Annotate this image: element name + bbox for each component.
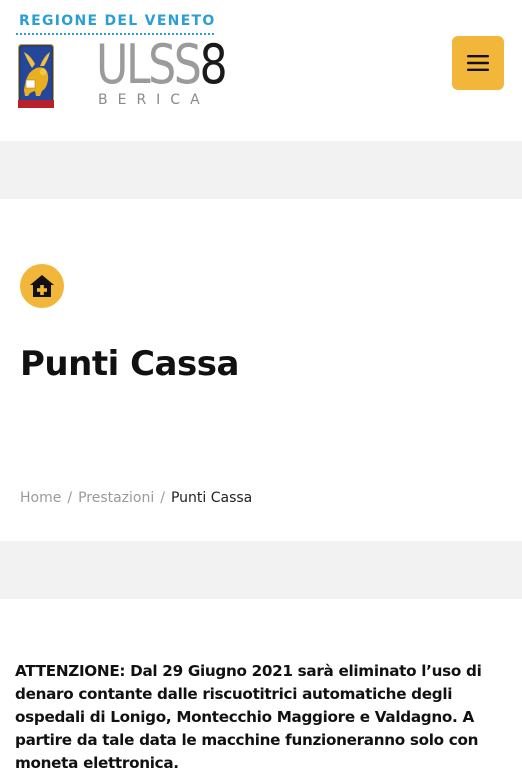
spacer-band <box>0 541 522 599</box>
attention-notice: ATTENZIONE: Dal 29 Giugno 2021 sarà elim… <box>15 662 482 772</box>
breadcrumb-separator: / <box>160 490 165 506</box>
spacer-band <box>0 141 522 199</box>
breadcrumb-prestazioni-link[interactable]: Prestazioni <box>78 490 154 506</box>
menu-button[interactable] <box>452 36 504 90</box>
page-title: Punti Cassa <box>20 344 239 384</box>
hamburger-icon <box>467 55 489 71</box>
breadcrumb-home-link[interactable]: Home <box>20 490 61 506</box>
brand-subtitle: BERICA <box>98 92 210 108</box>
lion-of-venice-crest-icon <box>18 44 54 108</box>
category-badge <box>20 264 64 308</box>
brand-number: 8 <box>199 33 227 96</box>
region-label: REGIONE DEL VENETO <box>19 13 216 29</box>
brand-name: ULSS8 <box>96 38 228 92</box>
breadcrumb-current: Punti Cassa <box>170 490 253 506</box>
site-header: REGIONE DEL VENETO ULSS8 BERICA <box>0 0 522 140</box>
breadcrumb: Home / Prestazioni / Punti Cassa <box>20 490 252 506</box>
brand-ulss: ULSS <box>96 33 202 96</box>
ulss8-berica-logo[interactable]: REGIONE DEL VENETO ULSS8 BERICA <box>16 12 228 110</box>
home-plus-icon <box>30 275 54 297</box>
breadcrumb-separator: / <box>67 490 73 506</box>
